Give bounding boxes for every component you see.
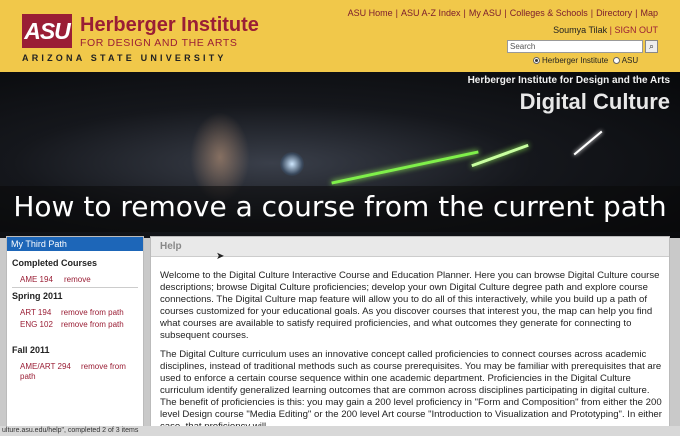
banner-tagline: Herberger Institute for Design and the A… [467, 75, 670, 86]
banner-beam [471, 143, 529, 168]
radio-asu[interactable] [612, 57, 620, 65]
radio-asu-label: ASU [621, 56, 639, 65]
university-name: ARIZONA STATE UNIVERSITY [22, 53, 227, 63]
banner-light [280, 152, 304, 176]
nav-separator: | [395, 8, 398, 18]
remove-link[interactable]: remove [64, 275, 91, 284]
site-header: ASU Herberger Institute FOR DESIGN AND T… [0, 0, 680, 72]
video-caption: How to remove a course from the current … [13, 190, 667, 223]
banner-beam [331, 150, 479, 185]
banner-title: Digital Culture [519, 89, 670, 114]
asu-logo[interactable]: ASU [22, 14, 72, 48]
search-button[interactable]: ⌕ [645, 40, 658, 53]
nav-asu-home[interactable]: ASU Home [348, 8, 393, 18]
nav-separator: | [504, 8, 507, 18]
section-title: Fall 2011 [12, 345, 50, 355]
remove-from-path-link[interactable]: remove from path [61, 308, 124, 317]
remove-from-path-link-cont[interactable]: path [20, 372, 36, 381]
search-input[interactable]: Search [507, 40, 643, 53]
help-panel-header: Help [151, 237, 669, 257]
course-code[interactable]: ENG 102 [20, 320, 53, 329]
path-title[interactable]: My Third Path [7, 237, 143, 251]
nav-separator: | [635, 8, 638, 18]
help-panel: Help Welcome to the Digital Culture Inte… [150, 236, 670, 428]
nav-map[interactable]: Map [640, 8, 658, 18]
status-bar: ulture.asu.edu/help", completed 2 of 3 i… [0, 426, 680, 436]
course-code[interactable]: ART 194 [20, 308, 51, 317]
top-nav: ASU Home | ASU A-Z Index | My ASU | Colleges &… [348, 8, 658, 18]
help-title: Help [160, 241, 182, 252]
nav-separator: | [590, 8, 594, 18]
radio-herberger-label: Herberger Institute [542, 56, 609, 65]
nav-separator: | [463, 8, 466, 18]
sign-out-link[interactable]: SIGN OUT [614, 25, 658, 35]
institute-name[interactable]: Herberger Institute [80, 14, 259, 37]
remove-from-path-link[interactable]: remove from path [61, 320, 124, 329]
course-code[interactable]: AME 194 [20, 275, 53, 284]
nav-az-index[interactable]: ASU A-Z Index [401, 8, 461, 18]
banner-beam [573, 130, 603, 156]
institute-subtitle: FOR DESIGN AND THE ARTS [80, 37, 238, 49]
nav-directory[interactable]: Directory [596, 8, 632, 18]
nav-my-asu[interactable]: My ASU [469, 8, 502, 18]
section-title: Completed Courses [12, 258, 98, 268]
course-code[interactable]: AME/ART 294 [20, 362, 71, 371]
nav-colleges[interactable]: Colleges & Schools [510, 8, 588, 18]
divider [12, 287, 138, 288]
help-paragraph: The Digital Culture curriculum uses an i… [160, 349, 662, 428]
radio-herberger[interactable] [533, 57, 540, 65]
search-scope: Herberger Institute ASU [533, 56, 638, 65]
mouse-cursor-icon: ➤ [216, 251, 225, 262]
help-paragraph: Welcome to the Digital Culture Interacti… [160, 270, 660, 341]
section-title: Spring 2011 [12, 291, 63, 301]
path-sidebar: My Third Path Completed Courses AME 194 … [6, 236, 144, 428]
user-name: Soumya Tilak [553, 25, 608, 35]
remove-from-path-link[interactable]: remove from [81, 362, 126, 371]
user-line: Soumya Tilak | SIGN OUT [553, 25, 658, 35]
